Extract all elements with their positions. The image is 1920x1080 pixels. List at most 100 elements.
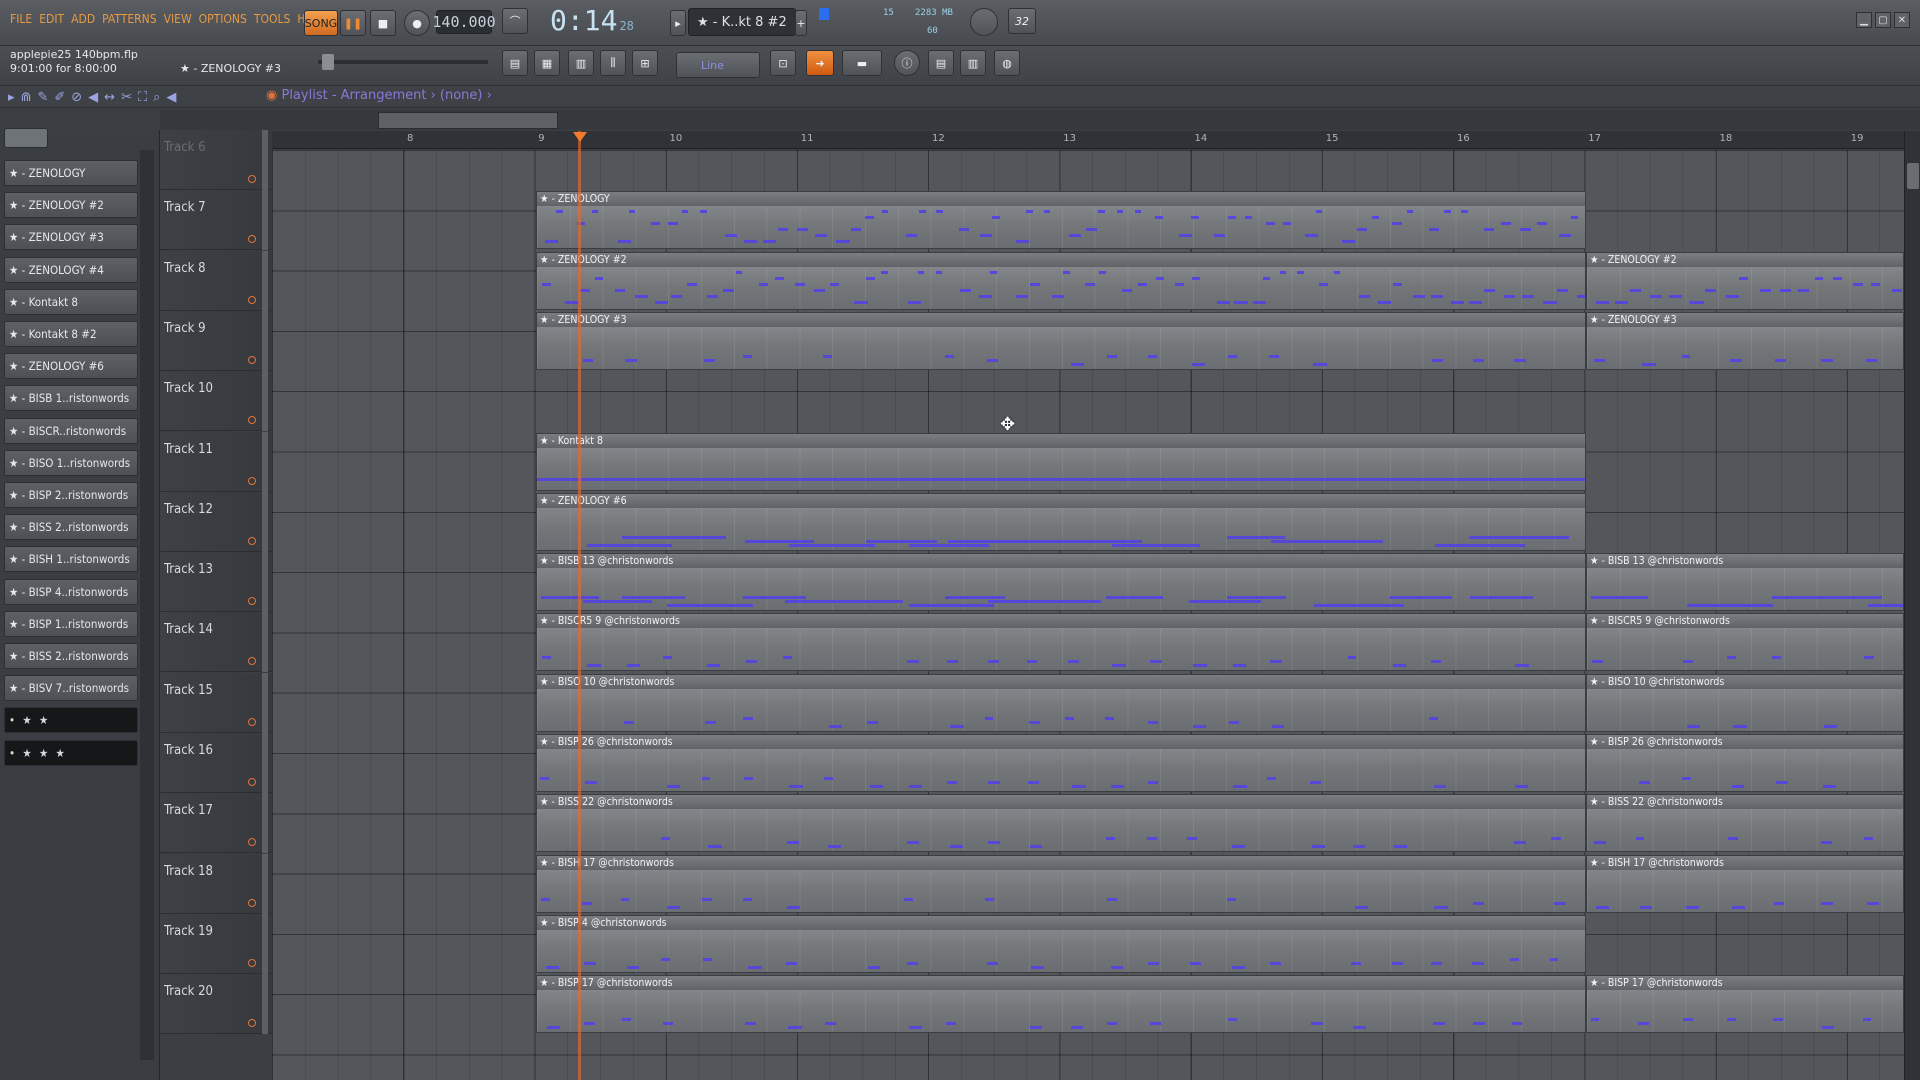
track-size-handle[interactable] [262, 552, 268, 613]
plugin-icon[interactable]: ▤ [928, 50, 954, 76]
playback-icon[interactable]: ◀ [166, 90, 176, 105]
track-mute-led[interactable] [248, 657, 256, 666]
magnet-icon[interactable]: ⋒ [21, 90, 32, 105]
track-mute-led[interactable] [248, 476, 256, 485]
channel-item[interactable]: • ★ ★ ★ [4, 739, 138, 766]
pattern-clip[interactable]: ★ - ZENOLOGY #2 [536, 251, 1586, 310]
track-mute-led[interactable] [248, 175, 256, 183]
channel-item[interactable]: ★ - BISS 2..ristonwords [4, 643, 138, 669]
menu-edit[interactable]: EDIT [39, 12, 64, 26]
menu-tools[interactable]: TOOLS [254, 12, 290, 26]
channel-item[interactable]: ★ - ZENOLOGY #2 [4, 192, 138, 219]
menu-add[interactable]: ADD [71, 12, 95, 26]
pattern-clip[interactable]: ★ - BISS 22 @christonwords [1586, 794, 1904, 853]
track-mute-led[interactable] [248, 958, 256, 967]
metronome-icon[interactable]: ⌒ [502, 8, 528, 34]
vertical-scroll-thumb[interactable] [1907, 163, 1919, 189]
channel-item[interactable]: ★ - Kontakt 8 [4, 288, 138, 315]
pattern-clip[interactable]: ★ - Kontakt 8 [536, 432, 1586, 491]
stop-button[interactable]: ■ [370, 10, 396, 36]
track-size-handle[interactable] [262, 913, 268, 974]
channel-item[interactable]: ★ - BISB 1..ristonwords [4, 385, 138, 412]
channel-item[interactable]: • ★ ★ [4, 707, 138, 734]
track-size-handle[interactable] [262, 431, 268, 492]
track-header[interactable]: Track 20 [160, 974, 272, 1035]
pattern-clip[interactable]: ★ - BISP 26 @christonwords [536, 734, 1586, 792]
minimize-icon[interactable]: ▁ [1856, 12, 1872, 28]
pattern-clip[interactable]: ★ - BISP 17 @christonwords [1586, 975, 1904, 1034]
menu-view[interactable]: VIEW [164, 12, 192, 26]
track-header[interactable]: Track 10 [160, 371, 272, 432]
menu-file[interactable]: FILE [10, 12, 32, 26]
slip-icon[interactable]: ↔ [104, 90, 115, 105]
track-size-handle[interactable] [262, 371, 268, 432]
pattern-clip[interactable]: ★ - BISO 10 @christonwords [1586, 673, 1904, 732]
master-knob-icon[interactable] [970, 8, 998, 36]
info-icon[interactable]: ⓘ [894, 50, 920, 76]
online-icon[interactable]: ◍ [994, 50, 1020, 76]
piano-roll-icon[interactable]: ▦ [534, 50, 560, 76]
menu-patterns[interactable]: PATTERNS [102, 12, 156, 26]
channel-item[interactable]: ★ - BISCR..ristonwords [4, 417, 138, 444]
tempo-display[interactable]: 140.000 [432, 10, 496, 34]
pattern-clip[interactable]: ★ - ZENOLOGY #6 [536, 492, 1586, 551]
track-size-handle[interactable] [262, 190, 268, 251]
mixer-icon[interactable]: ⫼ [600, 50, 626, 76]
track-size-handle[interactable] [262, 612, 268, 673]
pattern-add-button[interactable]: + [795, 10, 807, 36]
draw-icon[interactable]: ✎ [37, 90, 48, 105]
track-size-handle[interactable] [262, 310, 268, 371]
channel-item[interactable]: ★ - ZENOLOGY #4 [4, 256, 138, 283]
pattern-clip[interactable]: ★ - BISCR5 9 @christonwords [536, 613, 1586, 672]
menu-options[interactable]: OPTIONS [199, 12, 247, 26]
picker-mode-button[interactable] [4, 128, 48, 148]
timeline-ruler[interactable]: 8 9 10 11 12 13 14 15 16 17 18 19 [272, 131, 1904, 149]
mute-icon[interactable]: ◀ [88, 90, 98, 105]
track-mute-led[interactable] [248, 1019, 256, 1028]
cart-icon[interactable]: ⊡ [770, 50, 796, 76]
track-mute-led[interactable] [248, 235, 256, 244]
pattern-clip[interactable]: ★ - BISO 10 @christonwords [536, 673, 1586, 732]
track-header[interactable]: Track 16 [160, 733, 272, 793]
pattern-clip[interactable]: ★ - BISB 13 @christonwords [1586, 553, 1904, 612]
channel-item[interactable]: ★ - ZENOLOGY #3 [4, 224, 138, 251]
channel-item[interactable]: ★ - BISP 4..ristonwords [4, 578, 138, 605]
track-header[interactable]: Track 18 [160, 853, 272, 914]
channel-item[interactable]: ★ - BISP 1..ristonwords [4, 610, 138, 637]
paint-icon[interactable]: ✐ [54, 90, 65, 105]
pattern-clip[interactable]: ★ - BISH 17 @christonwords [1586, 854, 1904, 913]
playhead-marker[interactable] [573, 132, 587, 142]
track-mute-led[interactable] [248, 898, 256, 907]
track-header[interactable]: Track 11 [160, 431, 272, 492]
pattern-prev-button[interactable]: ▸ [670, 10, 686, 36]
playlist-icon[interactable]: ▤ [502, 50, 528, 76]
pattern-clip[interactable]: ★ - BISP 17 @christonwords [536, 975, 1586, 1034]
track-mute-led[interactable] [248, 597, 256, 606]
arrow-right-icon[interactable]: ➜ [806, 50, 834, 76]
horizontal-scroll-thumb[interactable] [378, 112, 558, 129]
volume-handle[interactable] [322, 54, 334, 70]
zoom-icon[interactable]: ⌕ [153, 90, 160, 105]
track-header[interactable]: Track 14 [160, 612, 272, 673]
channel-item[interactable]: ★ - BISV 7..ristonwords [4, 675, 138, 702]
track-header[interactable]: Track 15 [160, 672, 272, 733]
vertical-scroll[interactable] [1904, 131, 1920, 1080]
master-volume-slider[interactable] [318, 60, 488, 64]
track-size-handle[interactable] [262, 974, 268, 1035]
channel-item[interactable]: ★ - BISS 2..ristonwords [4, 514, 138, 541]
track-header[interactable]: Track 19 [160, 913, 272, 974]
channel-item[interactable]: ★ - Kontakt 8 #2 [4, 321, 138, 347]
pattern-clip[interactable]: ★ - BISS 22 @christonwords [536, 794, 1586, 853]
track-header[interactable]: Track 6 [160, 130, 272, 190]
pattern-clip[interactable]: ★ - BISCR5 9 @christonwords [1586, 613, 1904, 672]
arrangement-grid[interactable]: ★ - ZENOLOGY ★ - ZENOLOGY #2 ★ - ZENOLOGY … [272, 150, 1904, 1080]
track-mute-led[interactable] [248, 717, 256, 726]
track-header[interactable]: Track 7 [160, 190, 272, 251]
close-icon[interactable]: ✕ [1894, 12, 1910, 28]
pause-button[interactable]: ❚❚ [340, 10, 366, 36]
track-mute-led[interactable] [248, 838, 256, 847]
channel-item[interactable]: ★ - BISH 1..ristonwords [4, 546, 138, 573]
play-icon[interactable]: ▸ [8, 90, 15, 105]
delete-icon[interactable]: ⊘ [71, 90, 82, 105]
track-mute-led[interactable] [248, 295, 256, 304]
